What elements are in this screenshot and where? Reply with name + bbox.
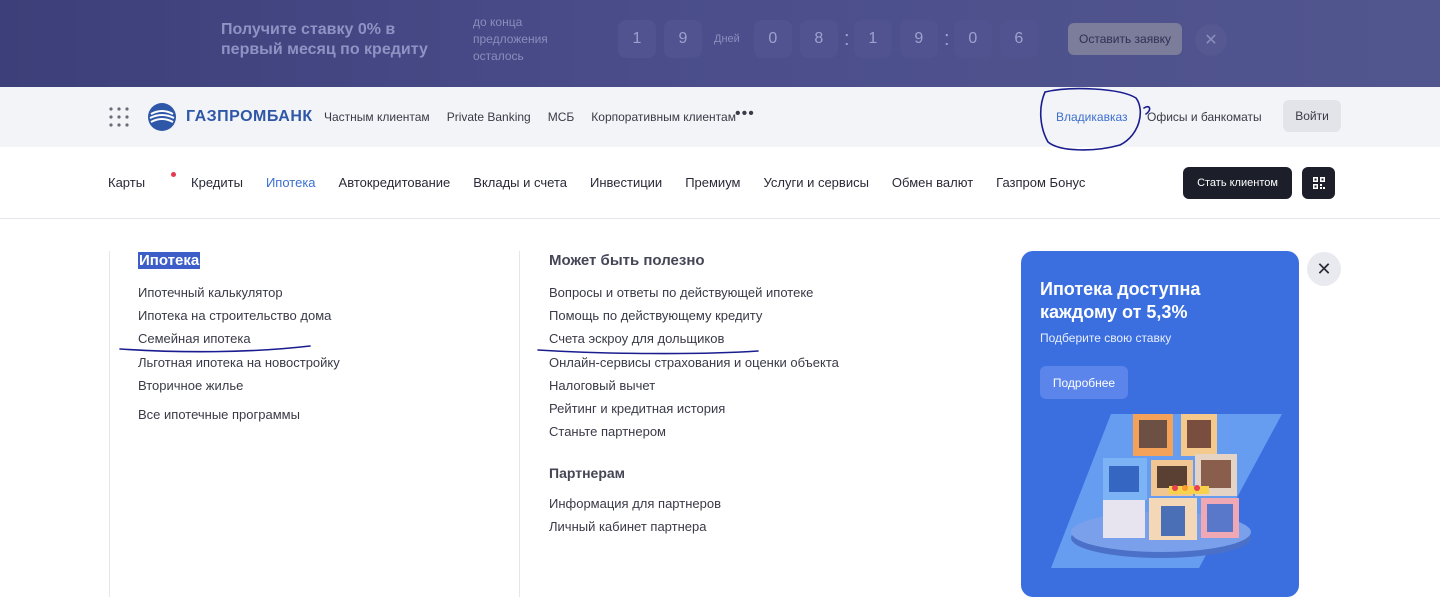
nav-label: Карты [108, 175, 146, 190]
logo-globe-icon [148, 103, 176, 131]
timer-digit: 9 [664, 20, 702, 58]
nav-auto-loans[interactable]: Автокредитование [339, 175, 451, 190]
link-all-programs[interactable]: Все ипотечные программы [138, 403, 300, 426]
timer-digit: 6 [999, 20, 1038, 58]
timer-digit: 1 [618, 20, 656, 58]
timer-digit: 0 [753, 20, 792, 58]
houses-illustration [1051, 414, 1282, 568]
login-button[interactable]: Войти [1283, 100, 1341, 132]
timer-digit: 0 [953, 20, 992, 58]
nav-mortgage[interactable]: Ипотека [266, 175, 316, 190]
all-programs: Все ипотечные программы [138, 403, 300, 426]
nav-services[interactable]: Услуги и сервисы [763, 175, 868, 190]
nav-cards[interactable]: Карты [108, 172, 177, 190]
link-escrow-accounts[interactable]: Счета эскроу для дольщиков [549, 327, 839, 350]
link-family-mortgage[interactable]: Семейная ипотека [138, 327, 340, 350]
become-client-button[interactable]: Стать клиентом [1183, 167, 1292, 199]
timer-separator: : [844, 27, 850, 50]
qr-code-button[interactable] [1302, 167, 1335, 199]
timer-digit: 1 [853, 20, 892, 58]
promo-banner[interactable]: Ипотека доступна каждому от 5,3% Подбери… [1021, 251, 1299, 597]
link-secondary-housing[interactable]: Вторичное жилье [138, 374, 340, 397]
timer-digit: 8 [799, 20, 838, 58]
more-icon[interactable]: ••• [735, 105, 755, 123]
promo-subtitle: до конца предложения осталось [473, 15, 548, 63]
link-preferential-mortgage[interactable]: Льготная ипотека на новостройку [138, 351, 340, 374]
countdown-timer: 1 9 Дней 0 8 : 1 9 : 0 6 [618, 20, 1046, 58]
segment-corporate[interactable]: Корпоративным клиентам [591, 110, 736, 124]
banner-title: Ипотека доступна каждому от 5,3% [1040, 279, 1201, 322]
partners-title: Партнерам [549, 465, 626, 481]
useful-title: Может быть полезно [549, 252, 705, 269]
segment-sme[interactable]: МСБ [548, 110, 575, 124]
partners-links: Информация для партнеров Личный кабинет … [549, 492, 721, 538]
mortgage-title[interactable]: Ипотека [138, 252, 201, 269]
nav-premium[interactable]: Премиум [685, 175, 740, 190]
notification-dot [171, 172, 177, 177]
link-credit-history[interactable]: Рейтинг и кредитная история [549, 397, 839, 420]
divider [519, 251, 520, 597]
banner-subtitle: Подберите свою ставку [1040, 331, 1172, 345]
link-house-construction[interactable]: Ипотека на строительство дома [138, 304, 340, 327]
timer-separator: : [944, 27, 950, 50]
offices-link[interactable]: Офисы и банкоматы [1147, 110, 1262, 124]
apps-grid-icon[interactable] [108, 106, 130, 128]
link-mortgage-faq[interactable]: Вопросы и ответы по действующей ипотеке [549, 281, 839, 304]
city-selector[interactable]: Владикавказ [1056, 110, 1128, 124]
link-become-partner[interactable]: Станьте партнером [549, 420, 839, 443]
nav-credits[interactable]: Кредиты [191, 175, 243, 190]
nav-exchange[interactable]: Обмен валют [892, 175, 973, 190]
segment-private-clients[interactable]: Частным клиентам [324, 110, 430, 124]
banner-more-button[interactable]: Подробнее [1040, 366, 1128, 399]
timer-digit: 9 [899, 20, 938, 58]
link-insurance-services[interactable]: Онлайн-сервисы страхования и оценки объе… [549, 351, 839, 374]
mortgage-links: Ипотечный калькулятор Ипотека на строите… [138, 281, 340, 397]
segment-private-banking[interactable]: Private Banking [447, 110, 531, 124]
nav-deposits[interactable]: Вклады и счета [473, 175, 567, 190]
link-partner-cabinet[interactable]: Личный кабинет партнера [549, 515, 721, 538]
close-icon[interactable]: ✕ [1195, 24, 1227, 56]
link-mortgage-calculator[interactable]: Ипотечный калькулятор [138, 281, 340, 304]
bank-logo[interactable]: ГАЗПРОМБАНК [147, 102, 313, 132]
nav-investments[interactable]: Инвестиции [590, 175, 662, 190]
nav-bonus[interactable]: Газпром Бонус [996, 175, 1085, 190]
apply-button[interactable]: Оставить заявку [1068, 23, 1182, 55]
qr-code-icon [1312, 177, 1325, 189]
link-credit-help[interactable]: Помощь по действующему кредиту [549, 304, 839, 327]
segment-nav: Частным клиентам Private Banking МСБ Кор… [324, 110, 753, 124]
divider [109, 251, 110, 597]
logo-text: ГАЗПРОМБАНК [186, 108, 313, 125]
promo-title: Получите ставку 0% в первый месяц по кре… [221, 21, 428, 58]
link-partner-info[interactable]: Информация для партнеров [549, 492, 721, 515]
close-icon[interactable]: ✕ [1307, 252, 1341, 286]
days-label: Дней [714, 33, 740, 45]
link-tax-deduction[interactable]: Налоговый вычет [549, 374, 839, 397]
useful-links: Вопросы и ответы по действующей ипотеке … [549, 281, 839, 443]
